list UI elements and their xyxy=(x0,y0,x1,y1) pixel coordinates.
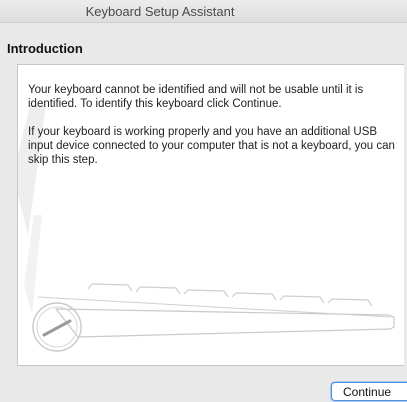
assistant-content: Introduction Your keyboard cannot be ide… xyxy=(0,23,407,402)
window-title: Keyboard Setup Assistant xyxy=(85,4,235,19)
intro-text: Your keyboard cannot be identified and w… xyxy=(28,83,396,181)
intro-paragraph-2: If your keyboard is working properly and… xyxy=(28,126,395,166)
intro-paragraph-1: Your keyboard cannot be identified and w… xyxy=(28,84,364,110)
window-titlebar[interactable]: Keyboard Setup Assistant xyxy=(0,0,407,23)
continue-button[interactable]: Continue xyxy=(331,382,407,401)
intro-panel: Your keyboard cannot be identified and w… xyxy=(17,64,404,366)
section-title: Introduction xyxy=(7,41,83,56)
